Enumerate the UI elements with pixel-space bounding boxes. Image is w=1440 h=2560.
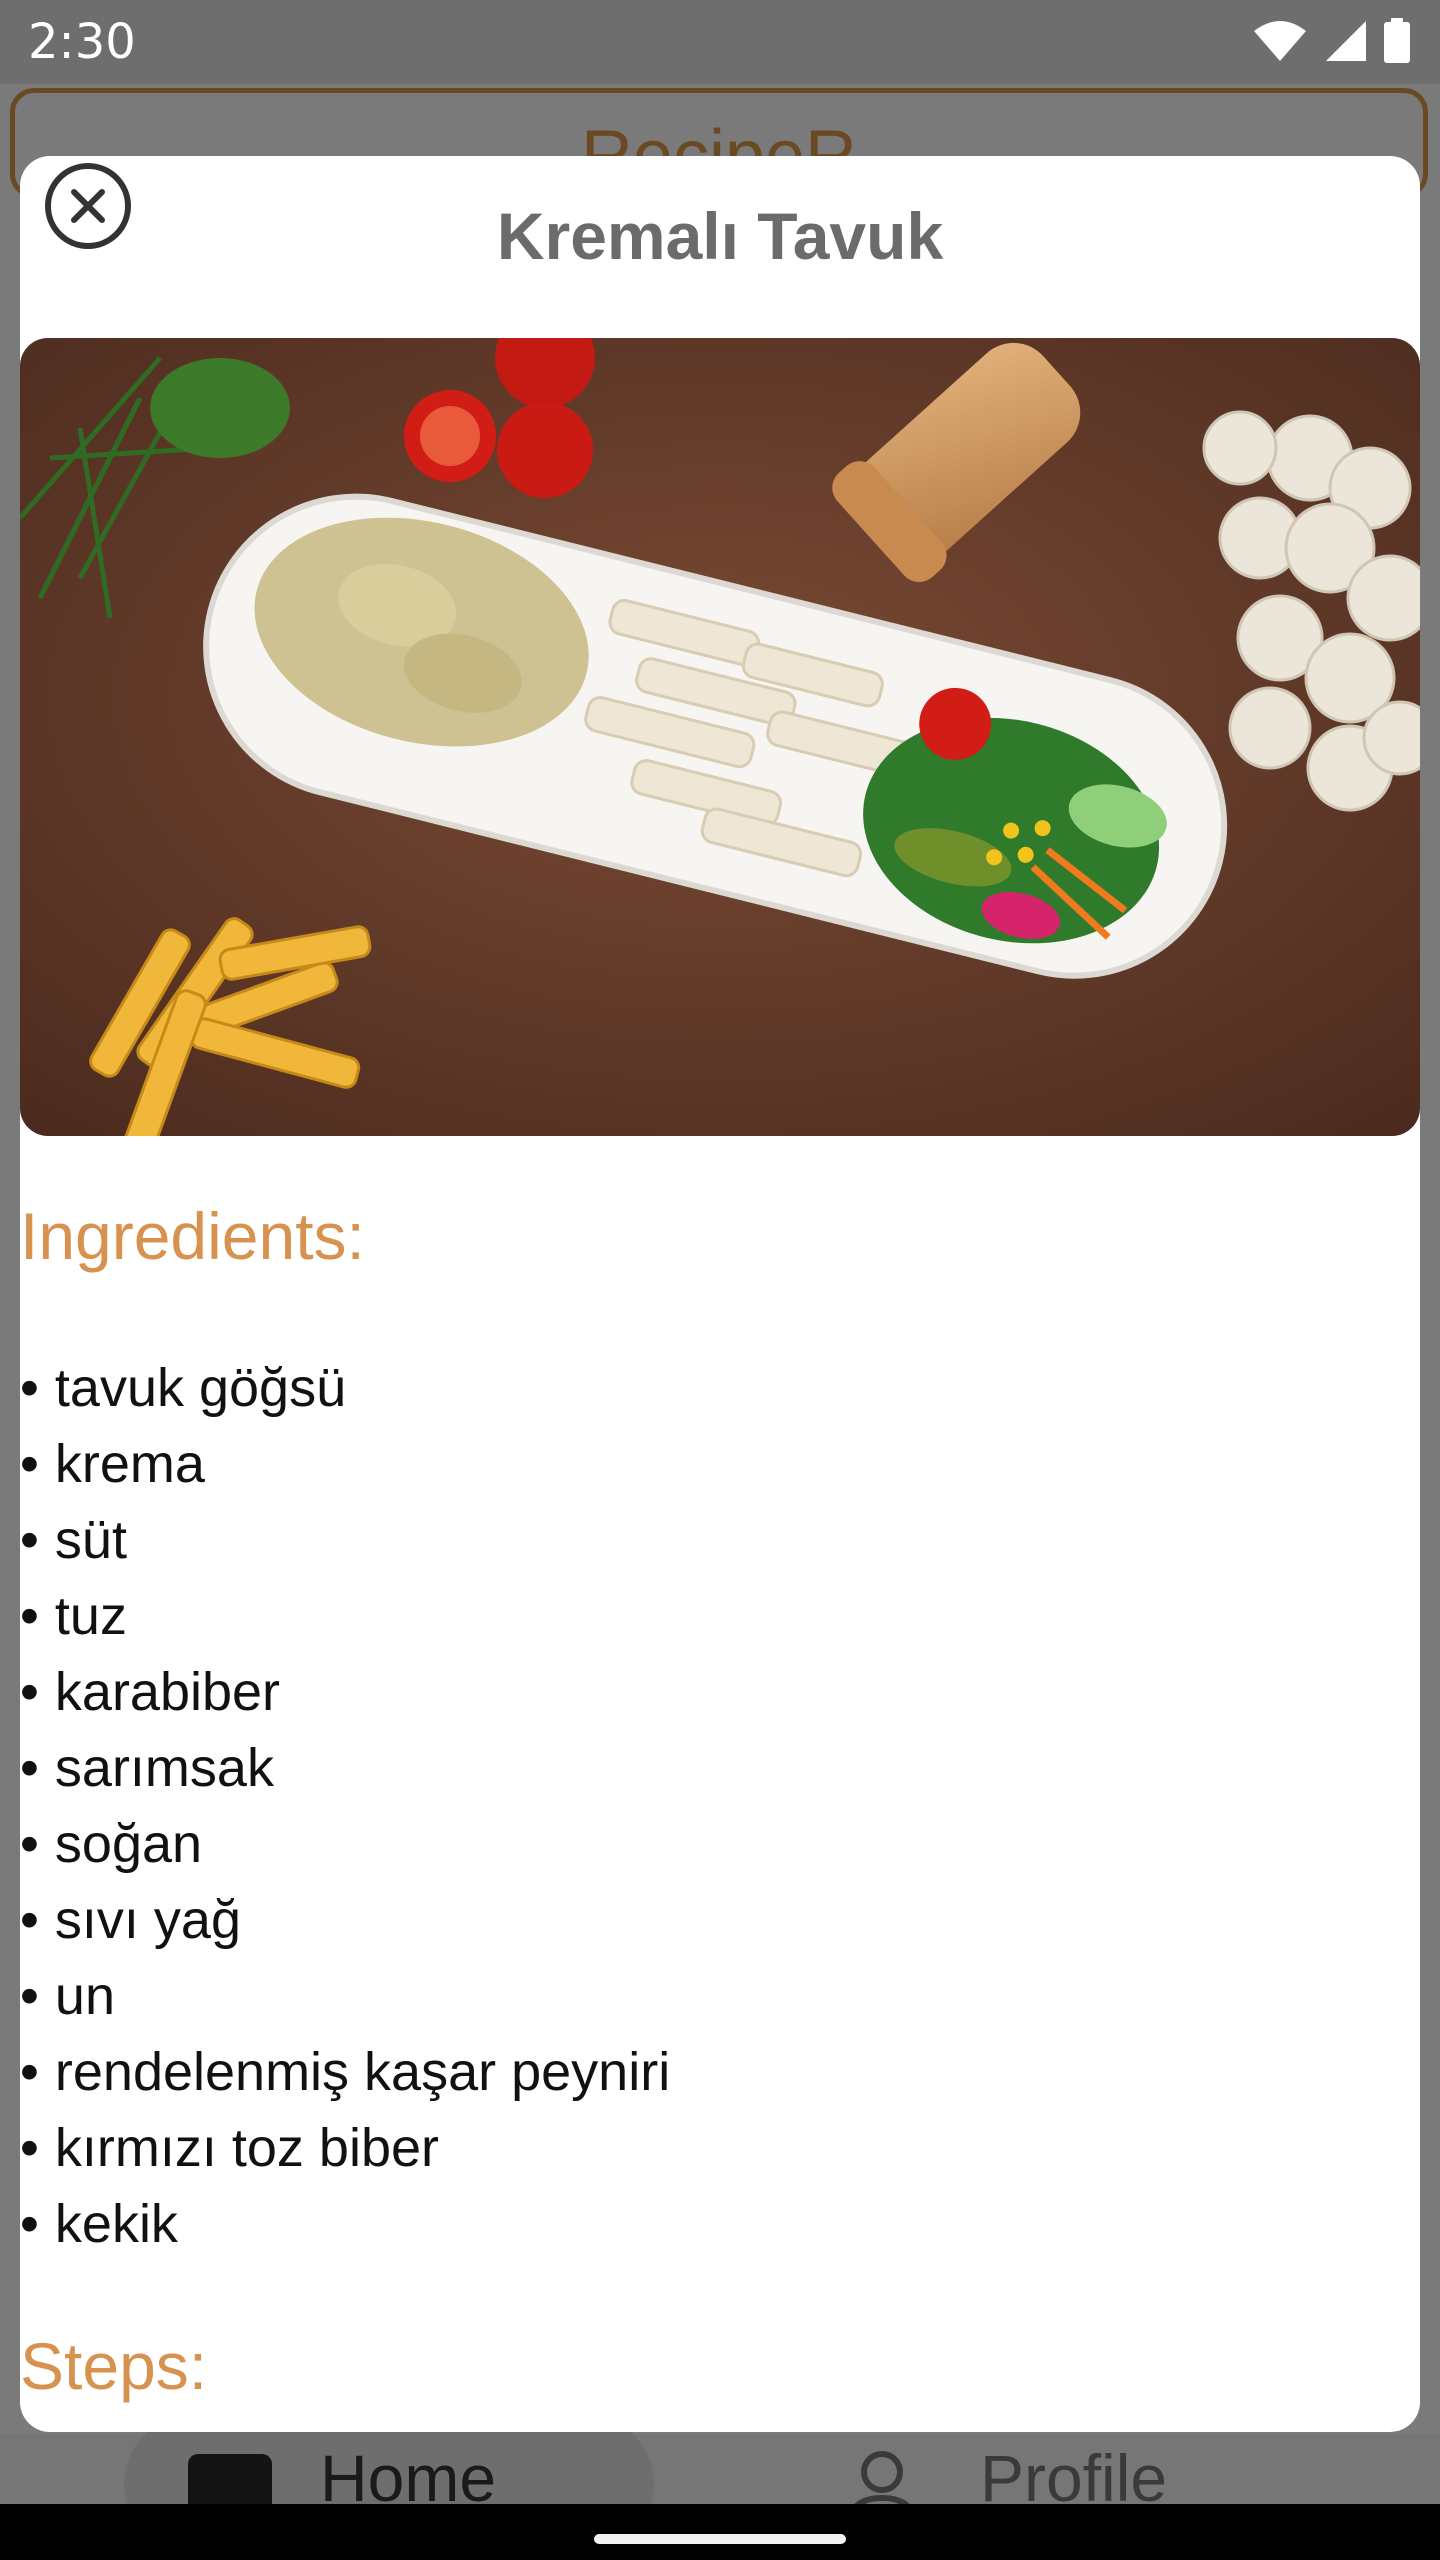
ingredient-text: sıvı yağ (54, 1890, 241, 1950)
recipe-image (20, 338, 1420, 1136)
ingredient-item: • un (20, 1958, 670, 2034)
bullet: • (20, 1890, 39, 1950)
battery-icon (1382, 18, 1412, 69)
status-bar: 2:30 (0, 0, 1440, 84)
recipe-modal: Kremalı Tavuk Ingredients: • tavuk göğsü… (20, 156, 1420, 2432)
wifi-icon (1252, 19, 1308, 68)
ingredient-text: tuz (54, 1586, 127, 1646)
ingredient-item: • karabiber (20, 1654, 670, 1730)
bullet: • (20, 1434, 39, 1494)
ingredient-item: • krema (20, 1426, 670, 1502)
ingredient-item: • tavuk göğsü (20, 1350, 670, 1426)
ingredient-item: • soğan (20, 1806, 670, 1882)
ingredient-text: soğan (54, 1814, 203, 1874)
bullet: • (20, 2118, 39, 2178)
steps-heading: Steps: (20, 2329, 208, 2403)
ingredient-text: karabiber (54, 1662, 281, 1722)
home-gesture-handle[interactable] (594, 2534, 846, 2544)
bullet: • (20, 2042, 39, 2102)
ingredient-item: • sıvı yağ (20, 1882, 670, 1958)
ingredient-item: • rendelenmiş kaşar peyniri (20, 2034, 670, 2110)
signal-icon (1322, 19, 1368, 68)
ingredient-item: • sarımsak (20, 1730, 670, 1806)
ingredient-text: kırmızı toz biber (54, 2118, 439, 2178)
bullet: • (20, 1358, 39, 1418)
ingredient-item: • süt (20, 1502, 670, 1578)
ingredient-text: un (54, 1966, 115, 2026)
bullet: • (20, 2194, 39, 2254)
recipe-title: Kremalı Tavuk (496, 199, 944, 273)
ingredient-item: • tuz (20, 1578, 670, 1654)
ingredients-list: • tavuk göğsü • krema • süt • tuz • karabiber… (20, 1350, 670, 2262)
bullet: • (20, 1738, 39, 1798)
status-icons (1252, 18, 1412, 69)
bullet: • (20, 1586, 39, 1646)
bullet: • (20, 1662, 39, 1722)
ingredient-item: • kırmızı toz biber (20, 2110, 670, 2186)
gesture-navigation-bar (0, 2504, 1440, 2560)
status-time: 2:30 (28, 14, 136, 70)
ingredient-item: • kekik (20, 2186, 670, 2262)
ingredients-heading: Ingredients: (20, 1199, 365, 1273)
bullet: • (20, 1814, 39, 1874)
ingredient-text: kekik (54, 2194, 178, 2254)
ingredient-text: tavuk göğsü (54, 1358, 347, 1418)
ingredient-text: sarımsak (54, 1738, 274, 1798)
ingredient-text: rendelenmiş kaşar peyniri (54, 2042, 671, 2102)
bullet: • (20, 1510, 39, 1570)
bullet: • (20, 1966, 39, 2026)
ingredient-text: süt (54, 1510, 127, 1570)
ingredient-text: krema (54, 1434, 205, 1494)
